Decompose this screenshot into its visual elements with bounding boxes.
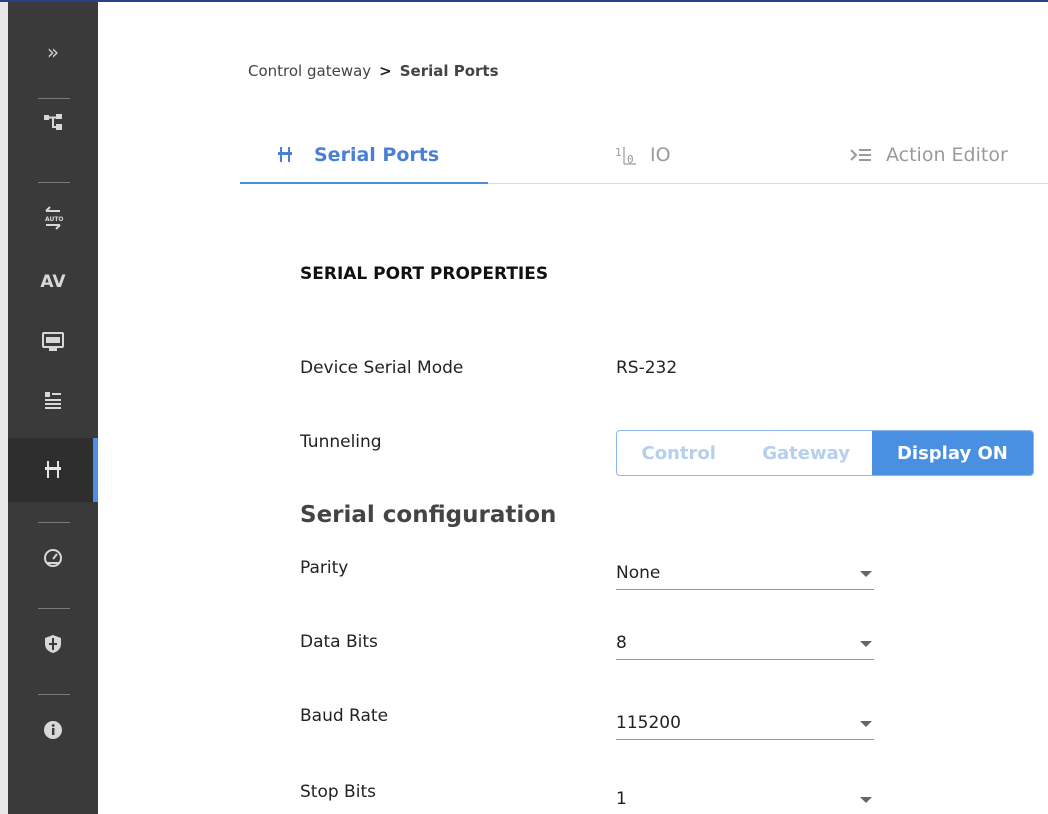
- sidebar-item-av[interactable]: AV: [8, 262, 98, 302]
- svg-text:AUTO: AUTO: [45, 216, 63, 223]
- breadcrumb-separator: >: [379, 62, 392, 80]
- tab-label: Serial Ports: [314, 144, 440, 166]
- stop-bits-select[interactable]: 1: [616, 780, 874, 814]
- data-bits-value: 8: [616, 633, 627, 653]
- device-serial-mode-label: Device Serial Mode: [300, 358, 464, 378]
- section-title: SERIAL PORT PROPERTIES: [300, 264, 549, 284]
- breadcrumb-current: Serial Ports: [399, 62, 499, 80]
- tab-bar: Serial Ports 1 0 IO Action Editor: [240, 126, 1048, 184]
- parity-label: Parity: [300, 558, 349, 578]
- breadcrumb: Control gateway > Serial Ports: [248, 62, 499, 80]
- svg-text:0: 0: [627, 153, 634, 165]
- serial-plug-icon: [45, 461, 61, 478]
- tunneling-option-gateway[interactable]: Gateway: [740, 431, 871, 475]
- dropdown-caret-icon: [860, 641, 872, 647]
- auto-switch-icon: AUTO: [45, 206, 63, 230]
- baud-rate-select[interactable]: 115200: [616, 708, 874, 740]
- device-serial-mode-value: RS-232: [616, 358, 678, 378]
- tab-label: Action Editor: [886, 144, 1008, 166]
- stop-bits-label: Stop Bits: [300, 782, 376, 802]
- av-label: AV: [40, 272, 66, 292]
- serial-configuration-title: Serial configuration: [300, 502, 557, 528]
- data-bits-select[interactable]: 8: [616, 628, 874, 660]
- tunneling-toggle-group: Control Gateway Display ON: [616, 430, 1034, 476]
- sidebar-divider: [38, 182, 70, 183]
- tunneling-label: Tunneling: [300, 432, 382, 452]
- data-bits-label: Data Bits: [300, 632, 378, 652]
- expand-sidebar-button[interactable]: »: [8, 32, 98, 72]
- expand-icon: »: [46, 40, 60, 64]
- active-tab-indicator: [240, 182, 488, 184]
- parity-select[interactable]: None: [616, 558, 874, 590]
- tab-serial-ports[interactable]: Serial Ports: [278, 126, 439, 184]
- sidebar-item-settings[interactable]: [8, 380, 98, 420]
- sidebar-item-serial[interactable]: [8, 438, 98, 502]
- stop-bits-value: 1: [616, 789, 627, 809]
- tunneling-option-display-on[interactable]: Display ON: [871, 431, 1033, 475]
- sidebar-item-edid[interactable]: [8, 322, 98, 362]
- sidebar-item-dashboard[interactable]: [8, 538, 98, 578]
- dropdown-caret-icon: [860, 797, 872, 803]
- breadcrumb-parent[interactable]: Control gateway: [248, 62, 371, 80]
- sidebar-item-auto-switch[interactable]: AUTO: [8, 198, 98, 238]
- sidebar: » AUTO AV: [0, 2, 98, 814]
- io-icon: 1 0: [615, 146, 636, 165]
- app-window: » AUTO AV Control gateway > Serial Ports…: [0, 0, 1048, 814]
- baud-rate-value: 115200: [616, 713, 681, 733]
- serial-plug-icon: [278, 147, 292, 162]
- dropdown-caret-icon: [860, 721, 872, 727]
- svg-text:1: 1: [615, 146, 622, 159]
- info-icon: [44, 721, 62, 739]
- security-shield-icon: [45, 635, 61, 653]
- sidebar-divider: [38, 694, 70, 695]
- tunneling-option-control[interactable]: Control: [617, 431, 740, 475]
- sidebar-item-security[interactable]: [8, 624, 98, 664]
- settings-sliders-icon: [45, 392, 61, 409]
- action-editor-icon: [850, 149, 871, 161]
- tab-action-editor[interactable]: Action Editor: [850, 126, 1008, 184]
- main-content: Control gateway > Serial Ports Serial Port…: [98, 2, 1048, 814]
- sidebar-item-info[interactable]: [8, 710, 98, 750]
- sidebar-divider: [38, 608, 70, 609]
- sidebar-divider: [38, 98, 70, 99]
- topology-icon: [44, 114, 62, 130]
- dropdown-caret-icon: [860, 571, 872, 577]
- edid-icon: [42, 332, 64, 351]
- sidebar-divider: [38, 522, 70, 523]
- tab-io[interactable]: 1 0 IO: [614, 126, 671, 184]
- baud-rate-label: Baud Rate: [300, 706, 389, 726]
- sidebar-item-topology[interactable]: [8, 102, 98, 142]
- parity-value: None: [616, 563, 661, 583]
- dashboard-gauge-icon: [44, 549, 62, 567]
- tab-label: IO: [650, 144, 671, 166]
